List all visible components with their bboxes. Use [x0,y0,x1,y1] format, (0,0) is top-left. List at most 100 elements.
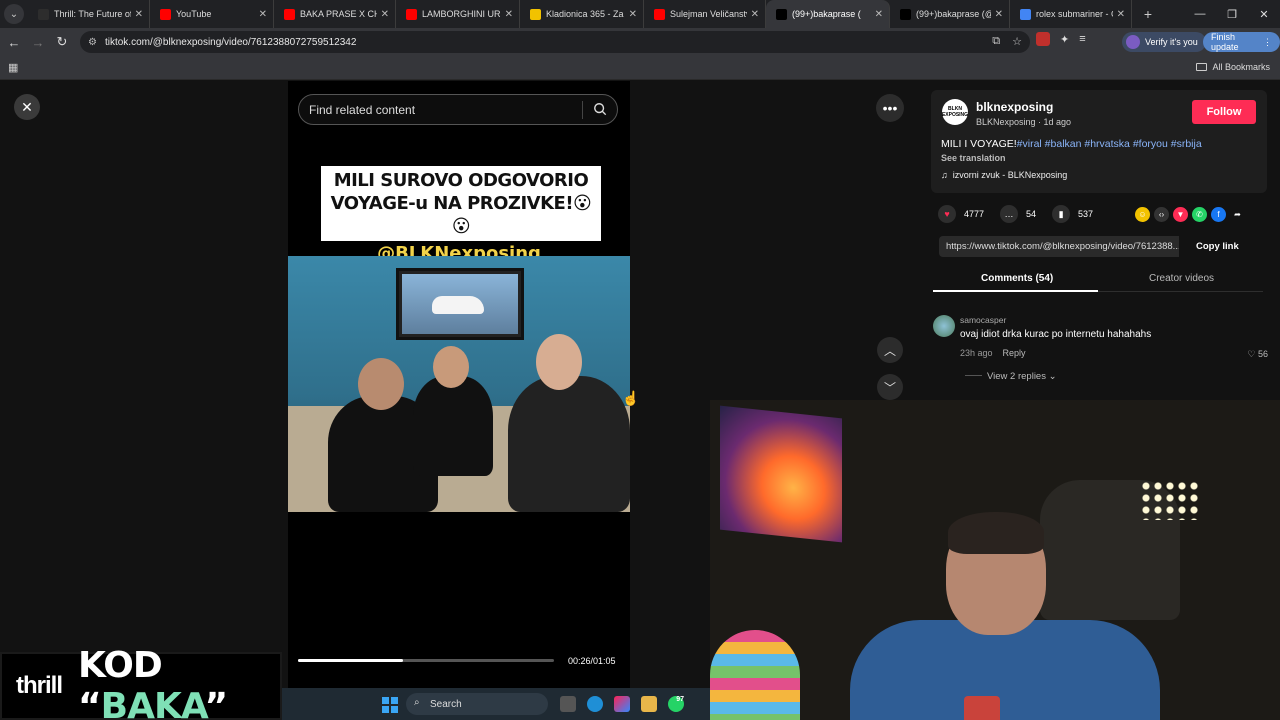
creator-username[interactable]: blknexposing [976,100,1053,114]
verify-profile-button[interactable]: Verify it's you [1122,32,1206,52]
chevron-down-icon: ⌄ [1048,371,1057,382]
reply-button[interactable]: Reply [1003,348,1026,358]
taskbar-search[interactable]: ⌕ Search [406,693,548,715]
hashtags[interactable]: #viral #balkan #hrvatska #foryou #srbija [1017,138,1202,150]
copilot-icon[interactable] [614,696,630,712]
reload-button[interactable]: ↻ [50,30,74,54]
post-link-field[interactable]: https://www.tiktok.com/@blknexposing/vid… [939,236,1179,257]
finish-update-button[interactable]: Finish update ⋮ [1203,32,1280,52]
browser-tab[interactable]: BAKA PRASE X CHOO ✕ [274,0,396,28]
restore-button[interactable]: ❐ [1216,0,1248,28]
heart-outline-icon: ♡ [1247,349,1256,359]
site-info-icon[interactable]: ⚙ [88,37,97,48]
browser-tab[interactable]: Thrill: The Future of C ✕ [28,0,150,28]
tab-title: rolex submariner - Go [1036,9,1113,19]
video-progress-bar[interactable] [298,659,554,662]
commenter-username[interactable]: samocasper [960,315,1006,325]
embed-icon[interactable]: ‹› [1154,207,1169,222]
close-tab-icon[interactable]: ✕ [629,9,637,20]
search-icon[interactable] [593,102,607,116]
puzzle-icon[interactable]: ✦ [1060,33,1069,46]
copy-link-button[interactable]: Copy link [1196,241,1239,252]
minimize-button[interactable]: — [1184,0,1216,28]
creator-avatar[interactable]: BLKN EXPOSING [942,99,968,125]
new-tab-button[interactable]: + [1138,6,1158,22]
video-progress-fill [298,659,403,662]
edge-icon[interactable] [587,696,603,712]
share-arrow-icon[interactable]: ➦ [1230,207,1245,222]
close-tab-icon[interactable]: ✕ [381,9,389,20]
browser-tab[interactable]: (99+)bakaprase (✕ [766,0,890,28]
windows-start-icon[interactable] [382,697,398,713]
close-window-button[interactable]: ✕ [1248,0,1280,28]
tab-title: Sulejman Veličanstve [670,9,747,19]
tab-creator-videos[interactable]: Creator videos [1149,273,1214,284]
caption-line-2: VOYAGE-u NA PROZIVKE!😮😮 [330,193,592,237]
close-tab-icon[interactable]: ✕ [995,9,1003,20]
close-tab-icon[interactable]: ✕ [875,9,883,20]
address-bar[interactable]: ⚙ tiktok.com/@blknexposing/video/7612388… [80,31,1030,53]
close-tab-icon[interactable]: ✕ [505,9,513,20]
person-right [508,376,630,512]
music-link[interactable]: ♫ izvorni zvuk - BLKNexposing [941,170,1067,180]
window-controls: — ❐ ✕ [1184,0,1280,28]
streamer-hair [948,512,1044,554]
browser-tab[interactable]: YouTube ✕ [150,0,274,28]
music-note-icon: ♫ [941,170,948,180]
music-label: izvorni zvuk - BLKNexposing [952,170,1068,180]
file-explorer-icon[interactable] [641,696,657,712]
more-options-button[interactable]: ••• [876,94,904,122]
back-button[interactable]: ← [2,30,26,54]
finish-update-label: Finish update [1211,32,1239,52]
heart-icon: ♥ [938,205,956,223]
browser-tab[interactable]: (99+)bakaprase (@ba ✕ [890,0,1010,28]
tab-title: BAKA PRASE X CHOO [300,9,377,19]
promo-code-suffix: ” [204,686,228,720]
tab-comments[interactable]: Comments (54) [981,273,1053,284]
video-caption: MILI SUROVO ODGOVORIO VOYAGE-u NA PROZIV… [321,166,601,241]
bookmark-star-icon[interactable]: ☆ [1012,35,1022,48]
person-right-head [536,334,582,390]
comment-button[interactable]: … 54 [1000,205,1036,223]
promo-code-value: BAKA [100,686,206,720]
related-search-input[interactable]: Find related content [298,94,618,125]
like-button[interactable]: ♥ 4777 [938,205,984,223]
creator-subline: BLKNexposing · 1d ago [976,117,1072,127]
close-tab-icon[interactable]: ✕ [751,9,759,20]
previous-video-button[interactable]: ︿ [877,337,903,363]
comment-count: 54 [1026,209,1037,219]
browser-tab[interactable]: Sulejman Veličanstve ✕ [644,0,766,28]
follow-button[interactable]: Follow [1192,100,1256,124]
browser-tab[interactable]: Kladionica 365 - Za is ✕ [520,0,644,28]
apps-grid-icon[interactable]: ▦ [8,61,18,74]
repost-icon[interactable]: ☺ [1135,207,1150,222]
browser-tab[interactable]: rolex submariner - Go ✕ [1010,0,1132,28]
media-controls-icon[interactable]: ≡ [1079,33,1085,45]
commenter-avatar[interactable] [933,315,955,337]
task-view-icon[interactable] [560,696,576,712]
close-tab-icon[interactable]: ✕ [1117,9,1125,20]
send-icon[interactable]: ▼ [1173,207,1188,222]
streamer-body [850,620,1160,720]
see-translation-link[interactable]: See translation [941,153,1006,163]
browser-tab[interactable]: LAMBORGHINI URUS ✕ [396,0,520,28]
whatsapp-taskbar-icon[interactable]: 97 [668,696,684,712]
forward-button[interactable]: → [26,30,50,54]
close-video-button[interactable]: ✕ [14,94,40,120]
next-video-button[interactable]: ﹀ [877,374,903,400]
whatsapp-badge: 97 [676,696,684,703]
whatsapp-icon[interactable]: ✆ [1192,207,1207,222]
close-tab-icon[interactable]: ✕ [135,9,143,20]
view-replies-button[interactable]: View 2 replies ⌄ [965,371,1057,382]
comment-like-button[interactable]: ♡ 56 [1247,349,1268,360]
save-button[interactable]: ▮ 537 [1052,205,1093,223]
post-side-panel: BLKN EXPOSING blknexposing BLKNexposing … [918,81,1280,399]
all-bookmarks-button[interactable]: All Bookmarks [1196,62,1270,72]
extension-icon[interactable] [1036,32,1050,46]
tab-title: LAMBORGHINI URUS [422,9,501,19]
install-app-icon[interactable]: ⧉ [992,35,1000,48]
facebook-icon[interactable]: f [1211,207,1226,222]
tab-search-button[interactable]: ⌄ [4,4,24,24]
video-player[interactable]: Find related content MILI SUROVO ODGOVOR… [288,81,630,720]
close-tab-icon[interactable]: ✕ [259,9,267,20]
